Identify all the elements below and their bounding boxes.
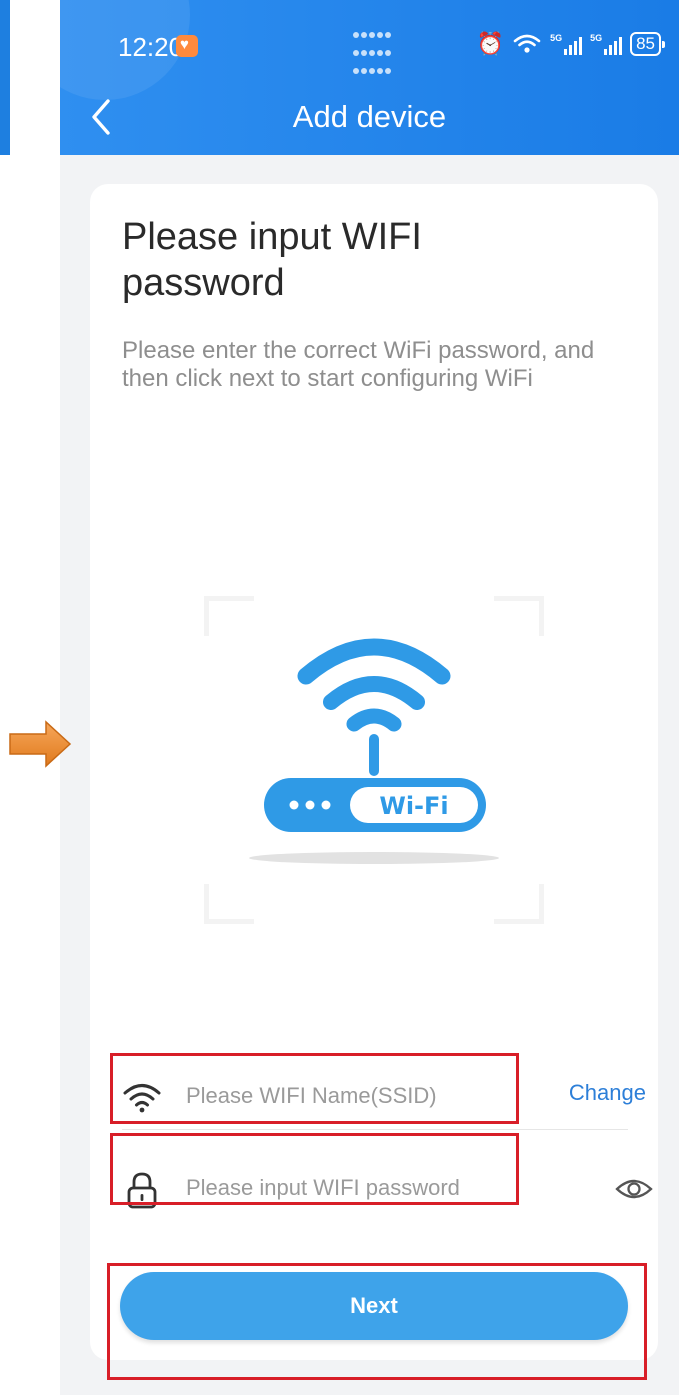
wifi-badge-text: Wi-Fi xyxy=(379,792,448,820)
eye-icon[interactable] xyxy=(614,1174,654,1204)
status-time: 12:20 xyxy=(118,32,184,62)
status-indicators: ⏰ 5G 5G 85 xyxy=(476,31,665,57)
heart-app-icon xyxy=(176,35,198,57)
signal-5g-icon-2: 5G xyxy=(590,33,623,55)
page-title: Add device xyxy=(292,99,447,134)
ssid-highlight-box xyxy=(110,1053,519,1124)
card-description: Please enter the correct WiFi password, … xyxy=(122,337,595,392)
battery-indicator: 85 xyxy=(630,32,665,56)
ssid-underline xyxy=(122,1129,628,1130)
router-icon: Wi-Fi xyxy=(204,596,544,924)
change-ssid-link[interactable]: Change xyxy=(569,1080,646,1106)
dots-grid-icon xyxy=(352,26,400,74)
alarm-clock-icon: ⏰ xyxy=(476,31,505,56)
status-bar: 12:20 ⏰ 5G 5G 85 xyxy=(60,0,679,90)
wifi-router-illustration: Wi-Fi xyxy=(204,596,544,924)
wifi-status-icon xyxy=(513,34,541,53)
password-highlight-box xyxy=(110,1133,519,1205)
app-header: 12:20 ⏰ 5G 5G 85 xyxy=(60,0,679,155)
next-highlight-box xyxy=(107,1263,647,1380)
left-page-edge xyxy=(0,0,10,155)
screenshot-stage: 12:20 ⏰ 5G 5G 85 xyxy=(0,0,679,1395)
signal-5g-icon: 5G xyxy=(550,33,583,55)
card-title: Please input WIFI password xyxy=(122,216,422,304)
pointer-arrow-icon xyxy=(9,720,72,768)
